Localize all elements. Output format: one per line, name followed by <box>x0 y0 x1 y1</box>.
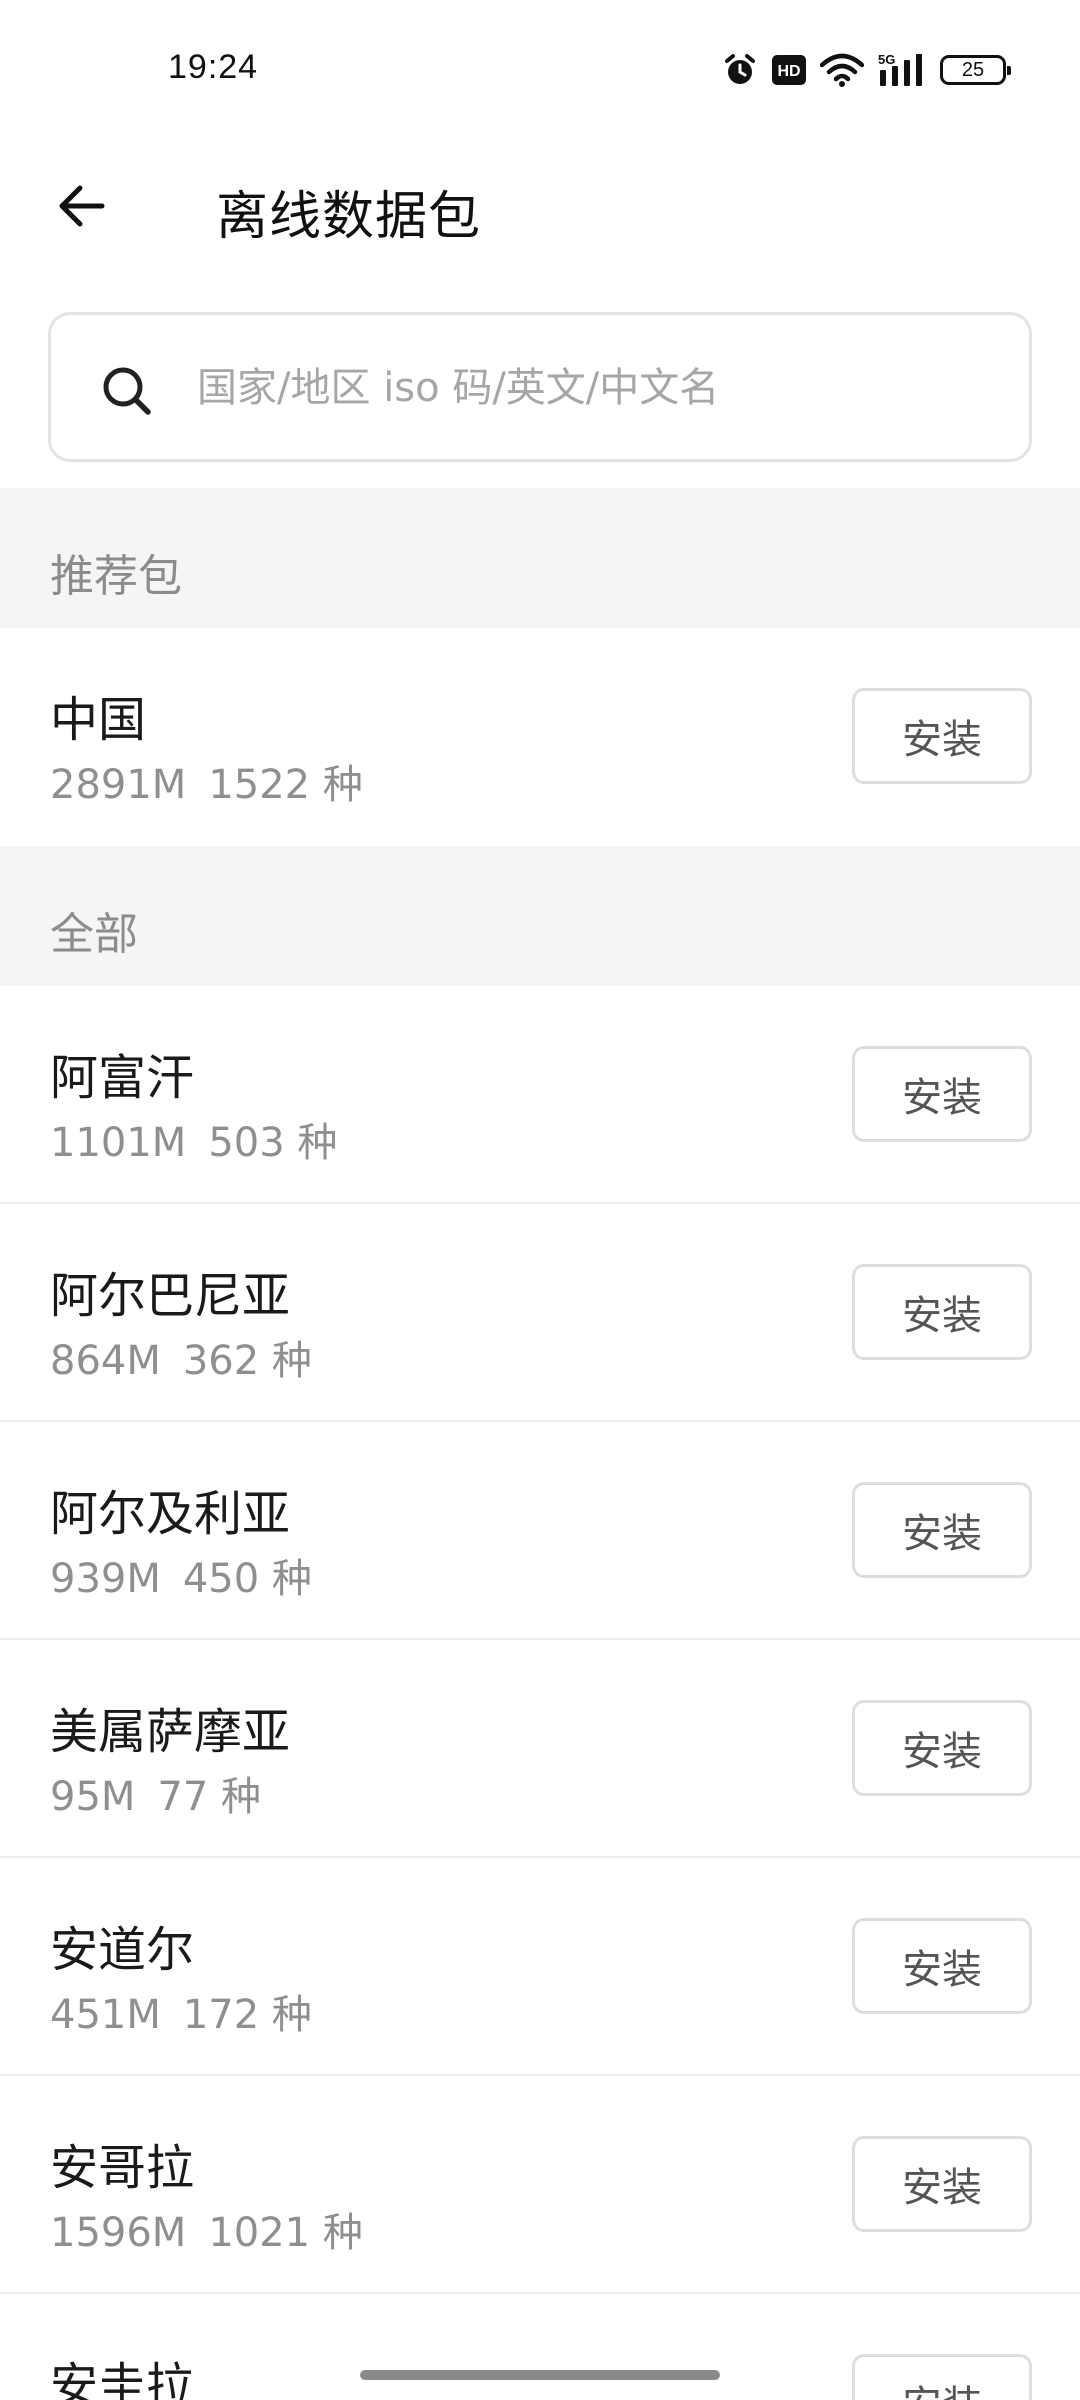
back-button[interactable] <box>40 166 124 250</box>
package-meta: 95M 77 种 <box>50 1764 261 1822</box>
package-size: 864M <box>50 1338 161 1384</box>
package-count: 172 种 <box>182 1992 312 2038</box>
package-size: 2891M <box>50 762 187 808</box>
package-size: 451M <box>50 1992 161 2038</box>
hd-label: HD <box>777 63 800 80</box>
list-item[interactable]: 安圭拉 安装 <box>0 2294 1080 2400</box>
package-name: 安圭拉 <box>50 2358 195 2400</box>
package-count: 450 种 <box>182 1556 312 1602</box>
search-input[interactable] <box>197 345 997 431</box>
package-size: 1596M <box>50 2210 187 2256</box>
section-header-all: 全部 <box>0 846 1080 986</box>
section-header-recommended: 推荐包 <box>0 488 1080 628</box>
page-title: 离线数据包 <box>216 187 482 247</box>
package-count: 1021 种 <box>208 2210 363 2256</box>
install-button[interactable]: 安装 <box>852 2354 1032 2400</box>
package-size: 95M <box>50 1774 136 1820</box>
list-item[interactable]: 安哥拉 1596M 1021 种 安装 <box>0 2076 1080 2294</box>
package-name: 安道尔 <box>50 1922 195 1978</box>
status-time: 19:24 <box>168 48 259 86</box>
package-size: 1101M <box>50 1120 187 1166</box>
install-button[interactable]: 安装 <box>852 1700 1032 1796</box>
wifi-icon <box>820 53 864 87</box>
package-name: 美属萨摩亚 <box>50 1704 291 1760</box>
list-item[interactable]: 阿尔巴尼亚 864M 362 种 安装 <box>0 1204 1080 1422</box>
section-label: 全部 <box>50 909 138 960</box>
package-size: 939M <box>50 1556 161 1602</box>
hd-icon: HD <box>772 55 806 85</box>
package-name: 阿尔及利亚 <box>50 1486 291 1542</box>
network-label: 5G <box>878 52 895 67</box>
battery-level: 25 <box>961 58 985 81</box>
package-meta: 1596M 1021 种 <box>50 2200 363 2258</box>
arrow-left-icon <box>54 178 110 238</box>
package-count: 1522 种 <box>208 762 363 808</box>
install-button[interactable]: 安装 <box>852 1046 1032 1142</box>
header: 离线数据包 <box>0 140 1080 270</box>
package-name: 安哥拉 <box>50 2140 195 2196</box>
package-meta: 939M 450 种 <box>50 1546 312 1604</box>
5g-signal-icon: 5G <box>878 52 926 88</box>
battery-icon: 25 <box>940 55 1011 85</box>
package-name: 阿富汗 <box>50 1050 195 1106</box>
install-button[interactable]: 安装 <box>852 1264 1032 1360</box>
package-count: 77 种 <box>157 1774 262 1820</box>
package-name: 阿尔巴尼亚 <box>50 1268 291 1324</box>
section-label: 推荐包 <box>50 551 182 602</box>
install-button[interactable]: 安装 <box>852 688 1032 784</box>
install-button[interactable]: 安装 <box>852 2136 1032 2232</box>
alarm-icon <box>722 52 758 88</box>
package-meta: 864M 362 种 <box>50 1328 312 1386</box>
install-button[interactable]: 安装 <box>852 1918 1032 2014</box>
list-item[interactable]: 中国 2891M 1522 种 安装 <box>0 628 1080 846</box>
install-button[interactable]: 安装 <box>852 1482 1032 1578</box>
package-meta: 451M 172 种 <box>50 1982 312 2040</box>
list-item[interactable]: 阿富汗 1101M 503 种 安装 <box>0 986 1080 1204</box>
search-icon <box>101 365 153 417</box>
package-meta: 1101M 503 种 <box>50 1110 337 1168</box>
status-icons: HD 5G 25 <box>722 50 1011 90</box>
package-meta: 2891M 1522 种 <box>50 752 363 810</box>
list-item[interactable]: 美属萨摩亚 95M 77 种 安装 <box>0 1640 1080 1858</box>
search-box[interactable] <box>48 312 1032 462</box>
status-bar: 19:24 HD 5G 25 <box>0 0 1080 140</box>
package-count: 503 种 <box>208 1120 338 1166</box>
list-item[interactable]: 阿尔及利亚 939M 450 种 安装 <box>0 1422 1080 1640</box>
home-indicator[interactable] <box>360 2370 720 2380</box>
package-count: 362 种 <box>182 1338 312 1384</box>
package-name: 中国 <box>50 692 147 748</box>
list-item[interactable]: 安道尔 451M 172 种 安装 <box>0 1858 1080 2076</box>
